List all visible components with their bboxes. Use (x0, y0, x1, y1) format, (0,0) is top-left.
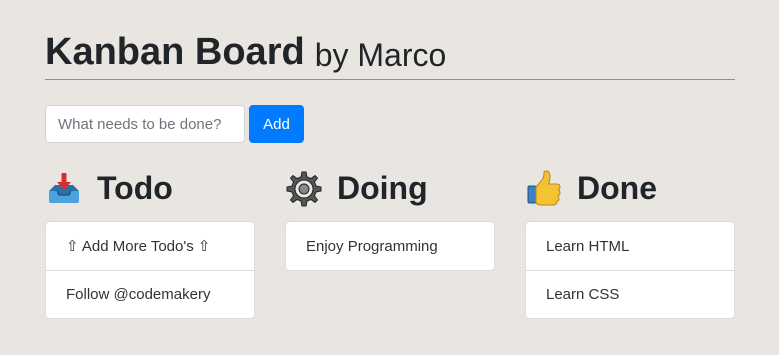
column-doing: Doing Enjoy Programming (285, 168, 495, 271)
list-item[interactable]: ⇧ Add More Todo's ⇧ (46, 222, 254, 270)
column-title-done: Done (577, 170, 657, 206)
list-item[interactable]: Enjoy Programming (286, 222, 494, 270)
card-list-todo: ⇧ Add More Todo's ⇧ Follow @codemakery (45, 221, 255, 319)
column-title-todo: Todo (97, 170, 173, 206)
column-done: Done Learn HTML Learn CSS (525, 168, 735, 319)
card-list-done: Learn HTML Learn CSS (525, 221, 735, 319)
new-todo-input[interactable] (45, 105, 245, 143)
inbox-tray-icon (45, 169, 83, 207)
column-header-todo: Todo (45, 168, 255, 208)
list-item[interactable]: Learn CSS (526, 270, 734, 318)
add-todo-form: Add (45, 105, 304, 143)
list-item[interactable]: Learn HTML (526, 222, 734, 270)
list-item[interactable]: Follow @codemakery (46, 270, 254, 318)
card-list-doing: Enjoy Programming (285, 221, 495, 271)
column-todo: Todo ⇧ Add More Todo's ⇧ Follow @codemak… (45, 168, 255, 319)
board-owner: by Marco (314, 37, 447, 73)
column-header-done: Done (525, 168, 735, 208)
thumbs-up-icon (525, 169, 563, 207)
add-button[interactable]: Add (249, 105, 304, 143)
gear-icon (285, 169, 323, 207)
page-title: Kanban Board by Marco (45, 0, 735, 80)
column-header-doing: Doing (285, 168, 495, 208)
board-title: Kanban Board (45, 31, 305, 73)
column-title-doing: Doing (337, 170, 428, 206)
kanban-app: Kanban Board by Marco Add Todo (45, 0, 735, 319)
